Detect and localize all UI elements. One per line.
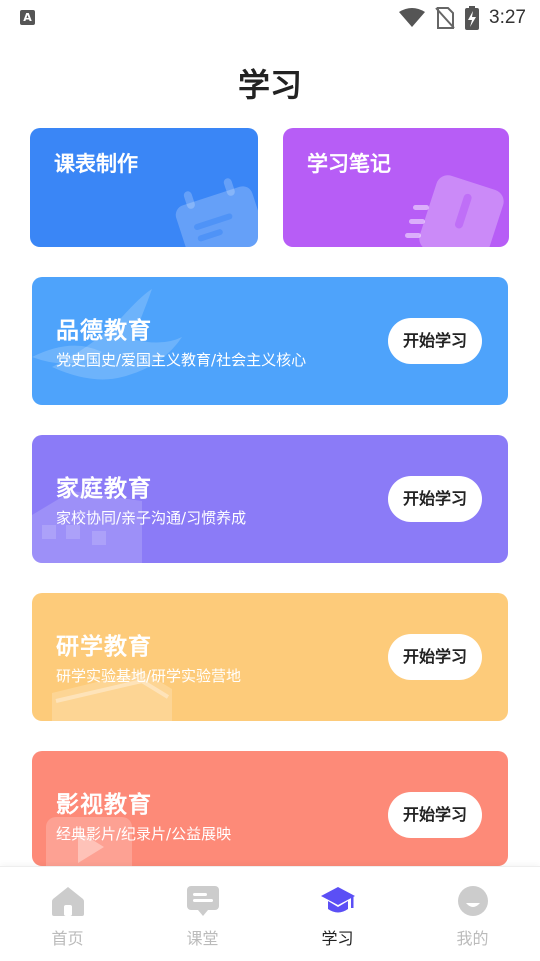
nav-item-study[interactable]: 学习 <box>270 867 405 961</box>
no-sim-icon <box>435 7 455 29</box>
nav-label-home: 首页 <box>51 929 84 948</box>
film-education-title: 影视教育 <box>56 792 152 818</box>
nav-item-profile[interactable]: 我的 <box>405 867 540 961</box>
nav-label-classroom: 课堂 <box>186 929 219 948</box>
moral-education-card[interactable]: 品德教育 党史国史/爱国主义教育/社会主义核心 开始学习 <box>32 277 508 405</box>
study-tour-education-title: 研学教育 <box>56 634 152 660</box>
wifi-icon <box>399 8 426 27</box>
nav-item-home[interactable]: 首页 <box>0 867 135 961</box>
graduation-cap-icon <box>320 887 355 913</box>
moral-education-subtitle: 党史国史/爱国主义教育/社会主义核心 <box>56 351 307 369</box>
calendar-icon <box>175 178 258 247</box>
film-education-subtitle: 经典影片/纪录片/公益展映 <box>56 825 232 843</box>
film-education-start-button[interactable]: 开始学习 <box>388 792 482 838</box>
nav-label-study: 学习 <box>321 929 354 948</box>
family-education-subtitle: 家校协同/亲子沟通/习惯养成 <box>56 509 247 527</box>
keyboard-indicator-icon: A <box>20 10 35 25</box>
status-icons: 3:27 <box>399 5 526 31</box>
nav-item-classroom[interactable]: 课堂 <box>135 867 270 961</box>
nav-label-profile: 我的 <box>456 929 489 948</box>
study-tour-education-subtitle: 研学实验基地/研学实验营地 <box>56 667 242 685</box>
moral-education-title: 品德教育 <box>56 318 152 344</box>
status-bar: A 3:27 <box>0 0 540 36</box>
status-time: 3:27 <box>489 7 526 28</box>
schedule-maker-label: 课表制作 <box>54 152 138 176</box>
notebook-icon <box>405 175 504 247</box>
bottom-nav: 首页 课堂 学习 我的 <box>0 866 540 961</box>
battery-charging-icon <box>465 6 480 30</box>
home-icon <box>51 887 84 916</box>
profile-icon <box>457 886 488 916</box>
schedule-maker-tile[interactable]: 课表制作 <box>30 128 258 247</box>
moral-education-start-button[interactable]: 开始学习 <box>388 318 482 364</box>
family-education-card[interactable]: 家庭教育 家校协同/亲子沟通/习惯养成 开始学习 <box>32 435 508 563</box>
film-education-card[interactable]: 影视教育 经典影片/纪录片/公益展映 开始学习 <box>32 751 508 866</box>
page-title: 学习 <box>237 66 302 104</box>
study-tour-education-card[interactable]: 研学教育 研学实验基地/研学实验营地 开始学习 <box>32 593 508 721</box>
family-education-start-button[interactable]: 开始学习 <box>388 476 482 522</box>
study-tour-education-start-button[interactable]: 开始学习 <box>388 634 482 680</box>
study-notes-tile[interactable]: 学习笔记 <box>283 128 509 247</box>
study-notes-label: 学习笔记 <box>307 152 391 176</box>
classroom-icon <box>186 886 219 916</box>
family-education-title: 家庭教育 <box>56 476 152 502</box>
